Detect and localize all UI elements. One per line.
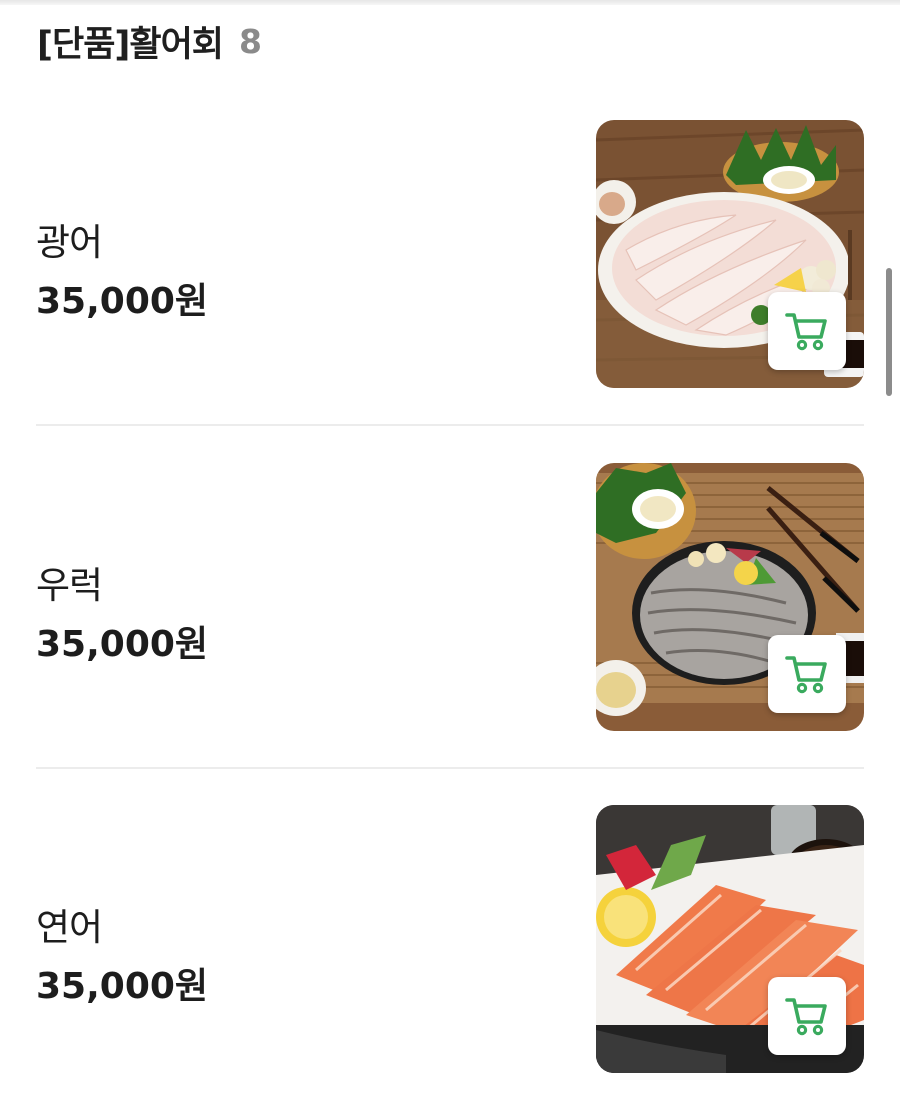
top-border <box>0 0 900 5</box>
section-count: 8 <box>239 21 262 61</box>
item-name: 우럭 <box>36 564 103 607</box>
item-divider <box>36 424 864 426</box>
item-image[interactable] <box>596 120 864 388</box>
section-title: [단품]활어회 <box>37 24 224 65</box>
shopping-cart-icon <box>785 998 827 1036</box>
scrollbar-thumb[interactable] <box>886 268 892 396</box>
item-price: 35,000원 <box>36 966 209 1007</box>
item-divider <box>36 767 864 769</box>
menu-item-ureok[interactable]: 우럭 35,000원 <box>36 463 864 731</box>
shopping-cart-icon <box>785 313 827 351</box>
menu-item-gwangeo[interactable]: 광어 35,000원 <box>36 120 864 388</box>
add-to-cart-button[interactable] <box>768 635 846 713</box>
item-price: 35,000원 <box>36 281 209 322</box>
item-name: 광어 <box>36 221 103 264</box>
menu-item-yeoneo[interactable]: 연어 35,000원 <box>36 805 864 1073</box>
item-price: 35,000원 <box>36 624 209 665</box>
item-image[interactable] <box>596 463 864 731</box>
add-to-cart-button[interactable] <box>768 292 846 370</box>
section-header: [단품]활어회 8 <box>37 16 262 66</box>
shopping-cart-icon <box>785 656 827 694</box>
item-name: 연어 <box>36 906 103 949</box>
item-image[interactable] <box>596 805 864 1073</box>
add-to-cart-button[interactable] <box>768 977 846 1055</box>
